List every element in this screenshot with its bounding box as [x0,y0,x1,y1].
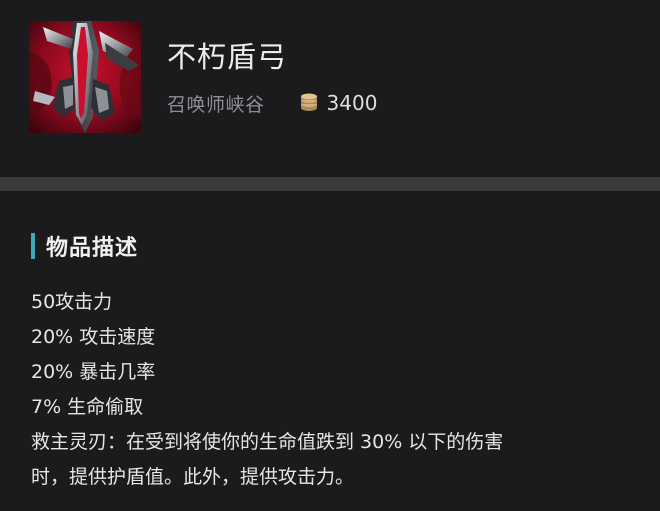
item-name: 不朽盾弓 [167,40,288,74]
item-price: 3400 [326,91,378,115]
description-line: 50攻击力 [31,291,113,313]
title-accent-bar [31,233,35,259]
description-line: 时，提供护盾值。此外，提供攻击力。 [31,466,355,488]
section-title: 物品描述 [31,231,138,261]
item-description-section: 物品描述 50攻击力 20% 攻击速度 20% 暴击几率 7% 生命偷取 救主灵… [0,191,660,511]
map-name: 召唤师峡谷 [167,93,265,116]
immortal-shieldbow-icon [29,21,141,133]
section-title-text: 物品描述 [46,236,139,261]
item-description: 50攻击力 20% 攻击速度 20% 暴击几率 7% 生命偷取 救主灵刃：在受到… [31,285,631,495]
section-divider [0,177,660,191]
description-line: 7% 生命偷取 [31,396,144,418]
gold-coin-icon [299,93,319,113]
item-meta: 召唤师峡谷 3400 [167,90,377,116]
description-line: 20% 暴击几率 [31,361,156,383]
description-line: 救主灵刃：在受到将使你的生命值跌到 30% 以下的伤害 [31,431,504,453]
item-header: 不朽盾弓 召唤师峡谷 3400 [0,0,660,176]
description-line: 20% 攻击速度 [31,326,156,348]
